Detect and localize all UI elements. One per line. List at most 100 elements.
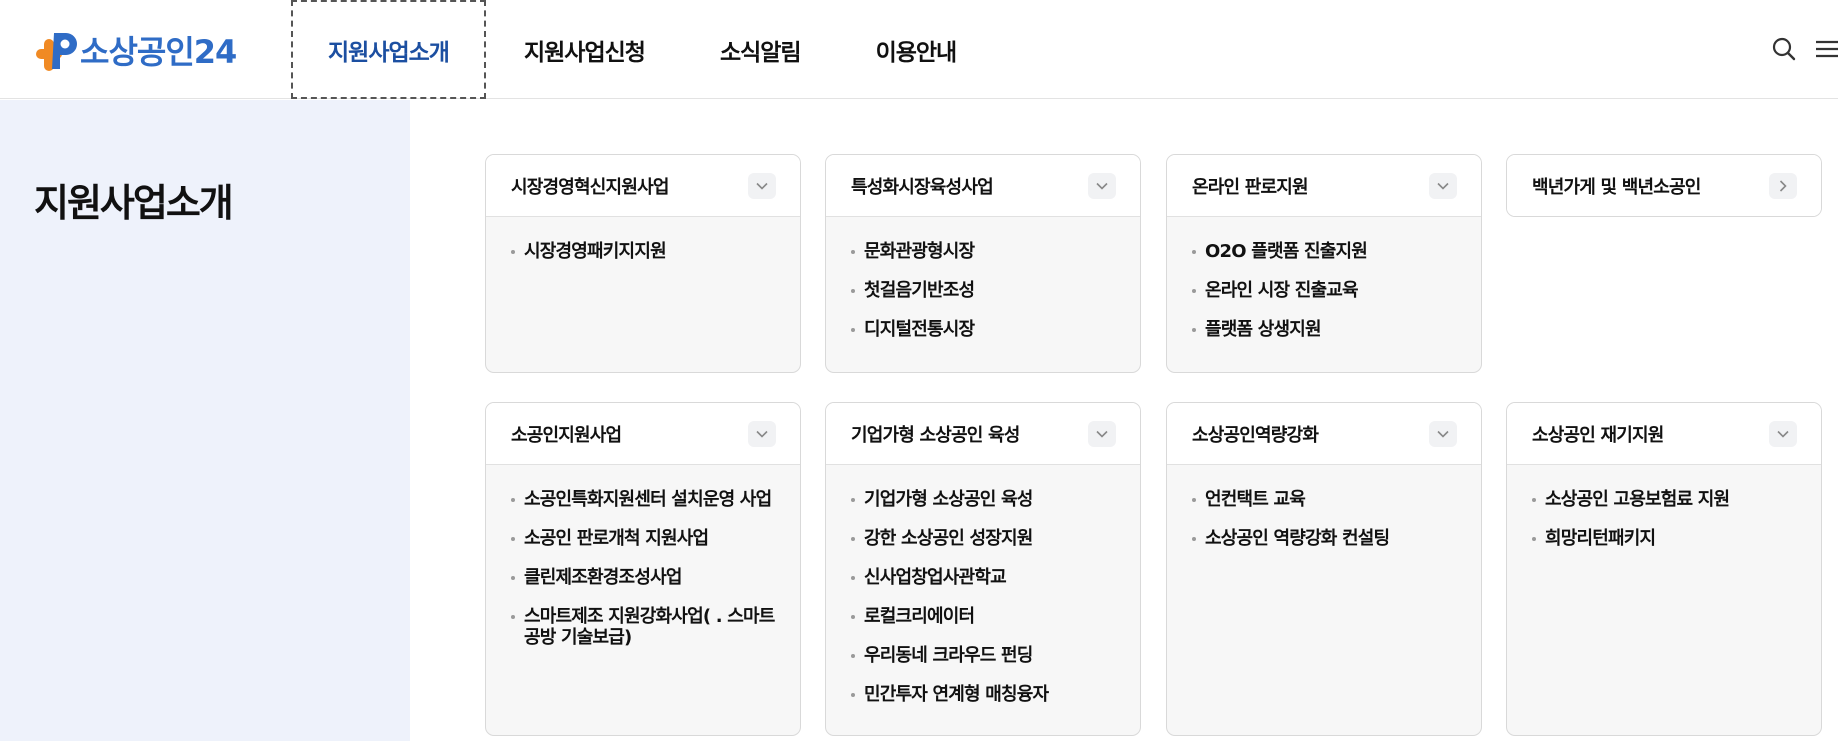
- card-title: 시장경영혁신지원사업: [511, 176, 669, 198]
- card-entrepreneur: 기업가형 소상공인 육성 기업가형 소상공인 육성 강한 소상공인 성장지원 신…: [825, 402, 1141, 736]
- list-item[interactable]: 강한 소상공인 성장지원: [851, 528, 1118, 549]
- list-item[interactable]: 우리동네 크라우드 펀딩: [851, 645, 1118, 666]
- site-header: 소상공인24 지원사업소개 지원사업신청 소식알림 이용안내: [0, 0, 1838, 99]
- logo-mark-icon: [34, 27, 84, 73]
- bullet-icon: [1192, 498, 1196, 502]
- search-icon[interactable]: [1769, 34, 1799, 64]
- list-item[interactable]: 스마트제조 지원강화사업( . 스마트공방 기술보급): [511, 606, 778, 648]
- item-label: 민간투자 연계형 매칭융자: [864, 684, 1049, 705]
- list-item[interactable]: 플랫폼 상생지원: [1192, 319, 1459, 340]
- list-item[interactable]: 로컬크리에이터: [851, 606, 1118, 627]
- list-item[interactable]: 시장경영패키지지원: [511, 241, 778, 262]
- card-market-innovation: 시장경영혁신지원사업 시장경영패키지지원: [485, 154, 801, 373]
- list-item[interactable]: 신사업창업사관학교: [851, 567, 1118, 588]
- chevron-right-icon[interactable]: [1769, 172, 1797, 199]
- card-century-store[interactable]: 백년가게 및 백년소공인: [1506, 154, 1822, 217]
- header-icons: [1754, 34, 1838, 64]
- card-header[interactable]: 시장경영혁신지원사업: [486, 155, 800, 217]
- nav-support-intro[interactable]: 지원사업소개: [291, 0, 486, 99]
- item-label: 플랫폼 상생지원: [1205, 319, 1322, 340]
- bullet-icon: [511, 576, 515, 580]
- bullet-icon: [851, 693, 855, 697]
- menu-icon[interactable]: [1814, 34, 1838, 64]
- item-label: 신사업창업사관학교: [864, 567, 1007, 588]
- bullet-icon: [1192, 289, 1196, 293]
- item-label: 소상공인 역량강화 컨설팅: [1205, 528, 1390, 549]
- chevron-down-icon[interactable]: [748, 172, 776, 199]
- item-label: 언컨택트 교육: [1205, 489, 1306, 510]
- bullet-icon: [851, 498, 855, 502]
- card-title: 온라인 판로지원: [1192, 176, 1309, 198]
- card-capacity-building: 소상공인역량강화 언컨택트 교육 소상공인 역량강화 컨설팅: [1166, 402, 1482, 736]
- card-specialized-market: 특성화시장육성사업 문화관광형시장 첫걸음기반조성 디지털전통시장: [825, 154, 1141, 373]
- list-item[interactable]: 소상공인 역량강화 컨설팅: [1192, 528, 1459, 549]
- card-header[interactable]: 기업가형 소상공인 육성: [826, 403, 1140, 465]
- card-title: 백년가게 및 백년소공인: [1532, 176, 1701, 198]
- site-logo[interactable]: 소상공인24: [34, 27, 237, 73]
- nav-support-apply[interactable]: 지원사업신청: [524, 0, 646, 99]
- list-item[interactable]: 클린제조환경조성사업: [511, 567, 778, 588]
- card-small-manufacturer: 소공인지원사업 소공인특화지원센터 설치운영 사업 소공인 판로개척 지원사업 …: [485, 402, 801, 736]
- bullet-icon: [851, 615, 855, 619]
- list-item[interactable]: 소공인특화지원센터 설치운영 사업: [511, 489, 778, 510]
- card-header[interactable]: 백년가게 및 백년소공인: [1507, 155, 1821, 216]
- bullet-icon: [851, 654, 855, 658]
- item-label: 디지털전통시장: [864, 319, 975, 340]
- bullet-icon: [1192, 250, 1196, 254]
- chevron-down-icon[interactable]: [748, 420, 776, 447]
- card-header[interactable]: 소상공인역량강화: [1167, 403, 1481, 465]
- card-title: 기업가형 소상공인 육성: [851, 424, 1020, 446]
- list-item[interactable]: 언컨택트 교육: [1192, 489, 1459, 510]
- nav-guide[interactable]: 이용안내: [876, 0, 958, 99]
- chevron-down-icon[interactable]: [1429, 420, 1457, 447]
- card-header[interactable]: 특성화시장육성사업: [826, 155, 1140, 217]
- card-header[interactable]: 온라인 판로지원: [1167, 155, 1481, 217]
- logo-text: 소상공인24: [80, 33, 237, 71]
- item-label: 온라인 시장 진출교육: [1205, 280, 1359, 301]
- item-label: 클린제조환경조성사업: [524, 567, 682, 588]
- bullet-icon: [1532, 498, 1536, 502]
- item-label: 우리동네 크라우드 펀딩: [864, 645, 1033, 666]
- list-item[interactable]: 희망리턴패키지: [1532, 528, 1799, 549]
- bullet-icon: [851, 328, 855, 332]
- item-label: 소상공인 고용보험료 지원: [1545, 489, 1730, 510]
- bullet-icon: [511, 615, 515, 619]
- item-label: 희망리턴패키지: [1545, 528, 1656, 549]
- bullet-icon: [1192, 328, 1196, 332]
- page-title: 지원사업소개: [34, 181, 234, 225]
- list-item[interactable]: 첫걸음기반조성: [851, 280, 1118, 301]
- bullet-icon: [511, 498, 515, 502]
- item-label: 강한 소상공인 성장지원: [864, 528, 1033, 549]
- side-panel: 지원사업소개: [0, 100, 410, 741]
- card-header[interactable]: 소상공인 재기지원: [1507, 403, 1821, 465]
- bullet-icon: [511, 537, 515, 541]
- list-item[interactable]: 민간투자 연계형 매칭융자: [851, 684, 1118, 705]
- item-label: 스마트제조 지원강화사업( . 스마트공방 기술보급): [524, 606, 775, 648]
- chevron-down-icon[interactable]: [1769, 420, 1797, 447]
- item-label: 첫걸음기반조성: [864, 280, 975, 301]
- list-item[interactable]: 소공인 판로개척 지원사업: [511, 528, 778, 549]
- bullet-icon: [1532, 537, 1536, 541]
- list-item[interactable]: 디지털전통시장: [851, 319, 1118, 340]
- list-item[interactable]: 기업가형 소상공인 육성: [851, 489, 1118, 510]
- card-online-sales: 온라인 판로지원 O2O 플랫폼 진출지원 온라인 시장 진출교육 플랫폼 상생…: [1166, 154, 1482, 373]
- list-item[interactable]: 문화관광형시장: [851, 241, 1118, 262]
- nav-news[interactable]: 소식알림: [720, 0, 802, 99]
- item-label: 로컬크리에이터: [864, 606, 975, 627]
- bullet-icon: [851, 537, 855, 541]
- list-item[interactable]: 소상공인 고용보험료 지원: [1532, 489, 1799, 510]
- chevron-down-icon[interactable]: [1429, 172, 1457, 199]
- list-item[interactable]: 온라인 시장 진출교육: [1192, 280, 1459, 301]
- card-title: 소상공인 재기지원: [1532, 424, 1664, 446]
- card-header[interactable]: 소공인지원사업: [486, 403, 800, 465]
- bullet-icon: [511, 250, 515, 254]
- item-label: O2O 플랫폼 진출지원: [1205, 241, 1368, 262]
- list-item[interactable]: O2O 플랫폼 진출지원: [1192, 241, 1459, 262]
- item-label: 기업가형 소상공인 육성: [864, 489, 1033, 510]
- card-title: 소상공인역량강화: [1192, 424, 1319, 446]
- chevron-down-icon[interactable]: [1088, 172, 1116, 199]
- card-title: 특성화시장육성사업: [851, 176, 994, 198]
- main-nav: 지원사업소개 지원사업신청 소식알림 이용안내: [291, 0, 958, 99]
- chevron-down-icon[interactable]: [1088, 420, 1116, 447]
- bullet-icon: [851, 250, 855, 254]
